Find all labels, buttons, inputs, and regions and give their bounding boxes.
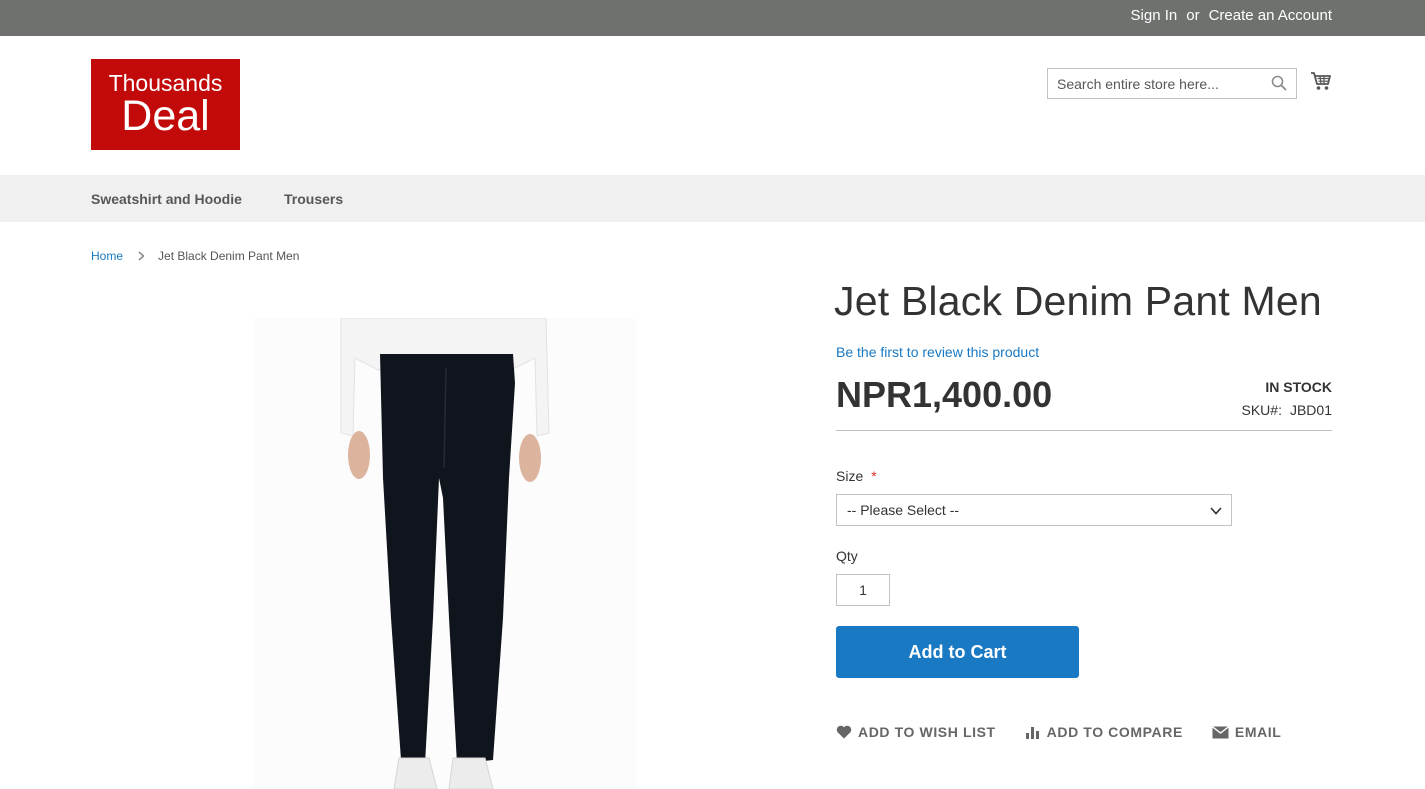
sku-value: JBD01	[1289, 402, 1332, 418]
search-icon[interactable]	[1271, 75, 1287, 91]
nav-item-trousers[interactable]: Trousers	[284, 191, 343, 207]
compare-label: ADD TO COMPARE	[1046, 724, 1183, 740]
header-links: Sign In or Create an Account	[1131, 7, 1332, 24]
size-label: Size *	[836, 468, 877, 484]
sku-label: SKU#:	[1241, 402, 1282, 418]
chevron-down-icon	[1209, 504, 1223, 518]
logo-line-2: Deal	[121, 92, 210, 140]
wishlist-label: ADD TO WISH LIST	[858, 724, 996, 740]
qty-label: Qty	[836, 548, 858, 564]
breadcrumb-current: Jet Black Denim Pant Men	[158, 249, 300, 263]
add-to-cart-button[interactable]: Add to Cart	[836, 626, 1079, 678]
product-sku: SKU#: JBD01	[1242, 402, 1333, 418]
create-account-link[interactable]: Create an Account	[1209, 7, 1332, 24]
stock-status: IN STOCK	[1265, 379, 1332, 395]
qty-input[interactable]: 1	[836, 574, 890, 606]
product-price: NPR1,400.00	[836, 374, 1053, 415]
divider	[836, 430, 1332, 431]
cart-icon[interactable]	[1310, 70, 1332, 92]
search-box	[1047, 68, 1297, 99]
size-select-value: -- Please Select --	[847, 502, 960, 518]
top-bar: Sign In or Create an Account	[0, 0, 1425, 36]
product-actions: ADD TO WISH LIST ADD TO COMPARE EMAIL	[836, 724, 1281, 740]
or-separator: or	[1186, 7, 1200, 24]
heart-icon	[836, 725, 852, 739]
size-select[interactable]: -- Please Select --	[836, 494, 1232, 526]
required-marker: *	[871, 468, 877, 484]
add-to-wishlist-link[interactable]: ADD TO WISH LIST	[836, 724, 996, 740]
breadcrumb: Home Jet Black Denim Pant Men	[91, 248, 299, 264]
email-link[interactable]: EMAIL	[1211, 724, 1282, 740]
review-link[interactable]: Be the first to review this product	[836, 344, 1039, 360]
add-to-compare-link[interactable]: ADD TO COMPARE	[1025, 724, 1183, 740]
main-navigation: Sweatshirt and Hoodie Trousers	[0, 175, 1425, 222]
search-input[interactable]	[1048, 69, 1258, 98]
compare-icon	[1025, 725, 1041, 739]
email-label: EMAIL	[1234, 724, 1282, 740]
product-title: Jet Black Denim Pant Men	[834, 278, 1322, 324]
product-image[interactable]	[253, 317, 636, 789]
envelope-icon	[1211, 725, 1229, 739]
size-label-text: Size	[836, 468, 864, 484]
breadcrumb-home-link[interactable]: Home	[91, 249, 123, 263]
sign-in-link[interactable]: Sign In	[1131, 7, 1178, 24]
nav-item-sweatshirt-and-hoodie[interactable]: Sweatshirt and Hoodie	[91, 191, 242, 207]
chevron-right-icon	[138, 248, 145, 264]
store-logo[interactable]: Thousands Deal	[91, 59, 240, 150]
